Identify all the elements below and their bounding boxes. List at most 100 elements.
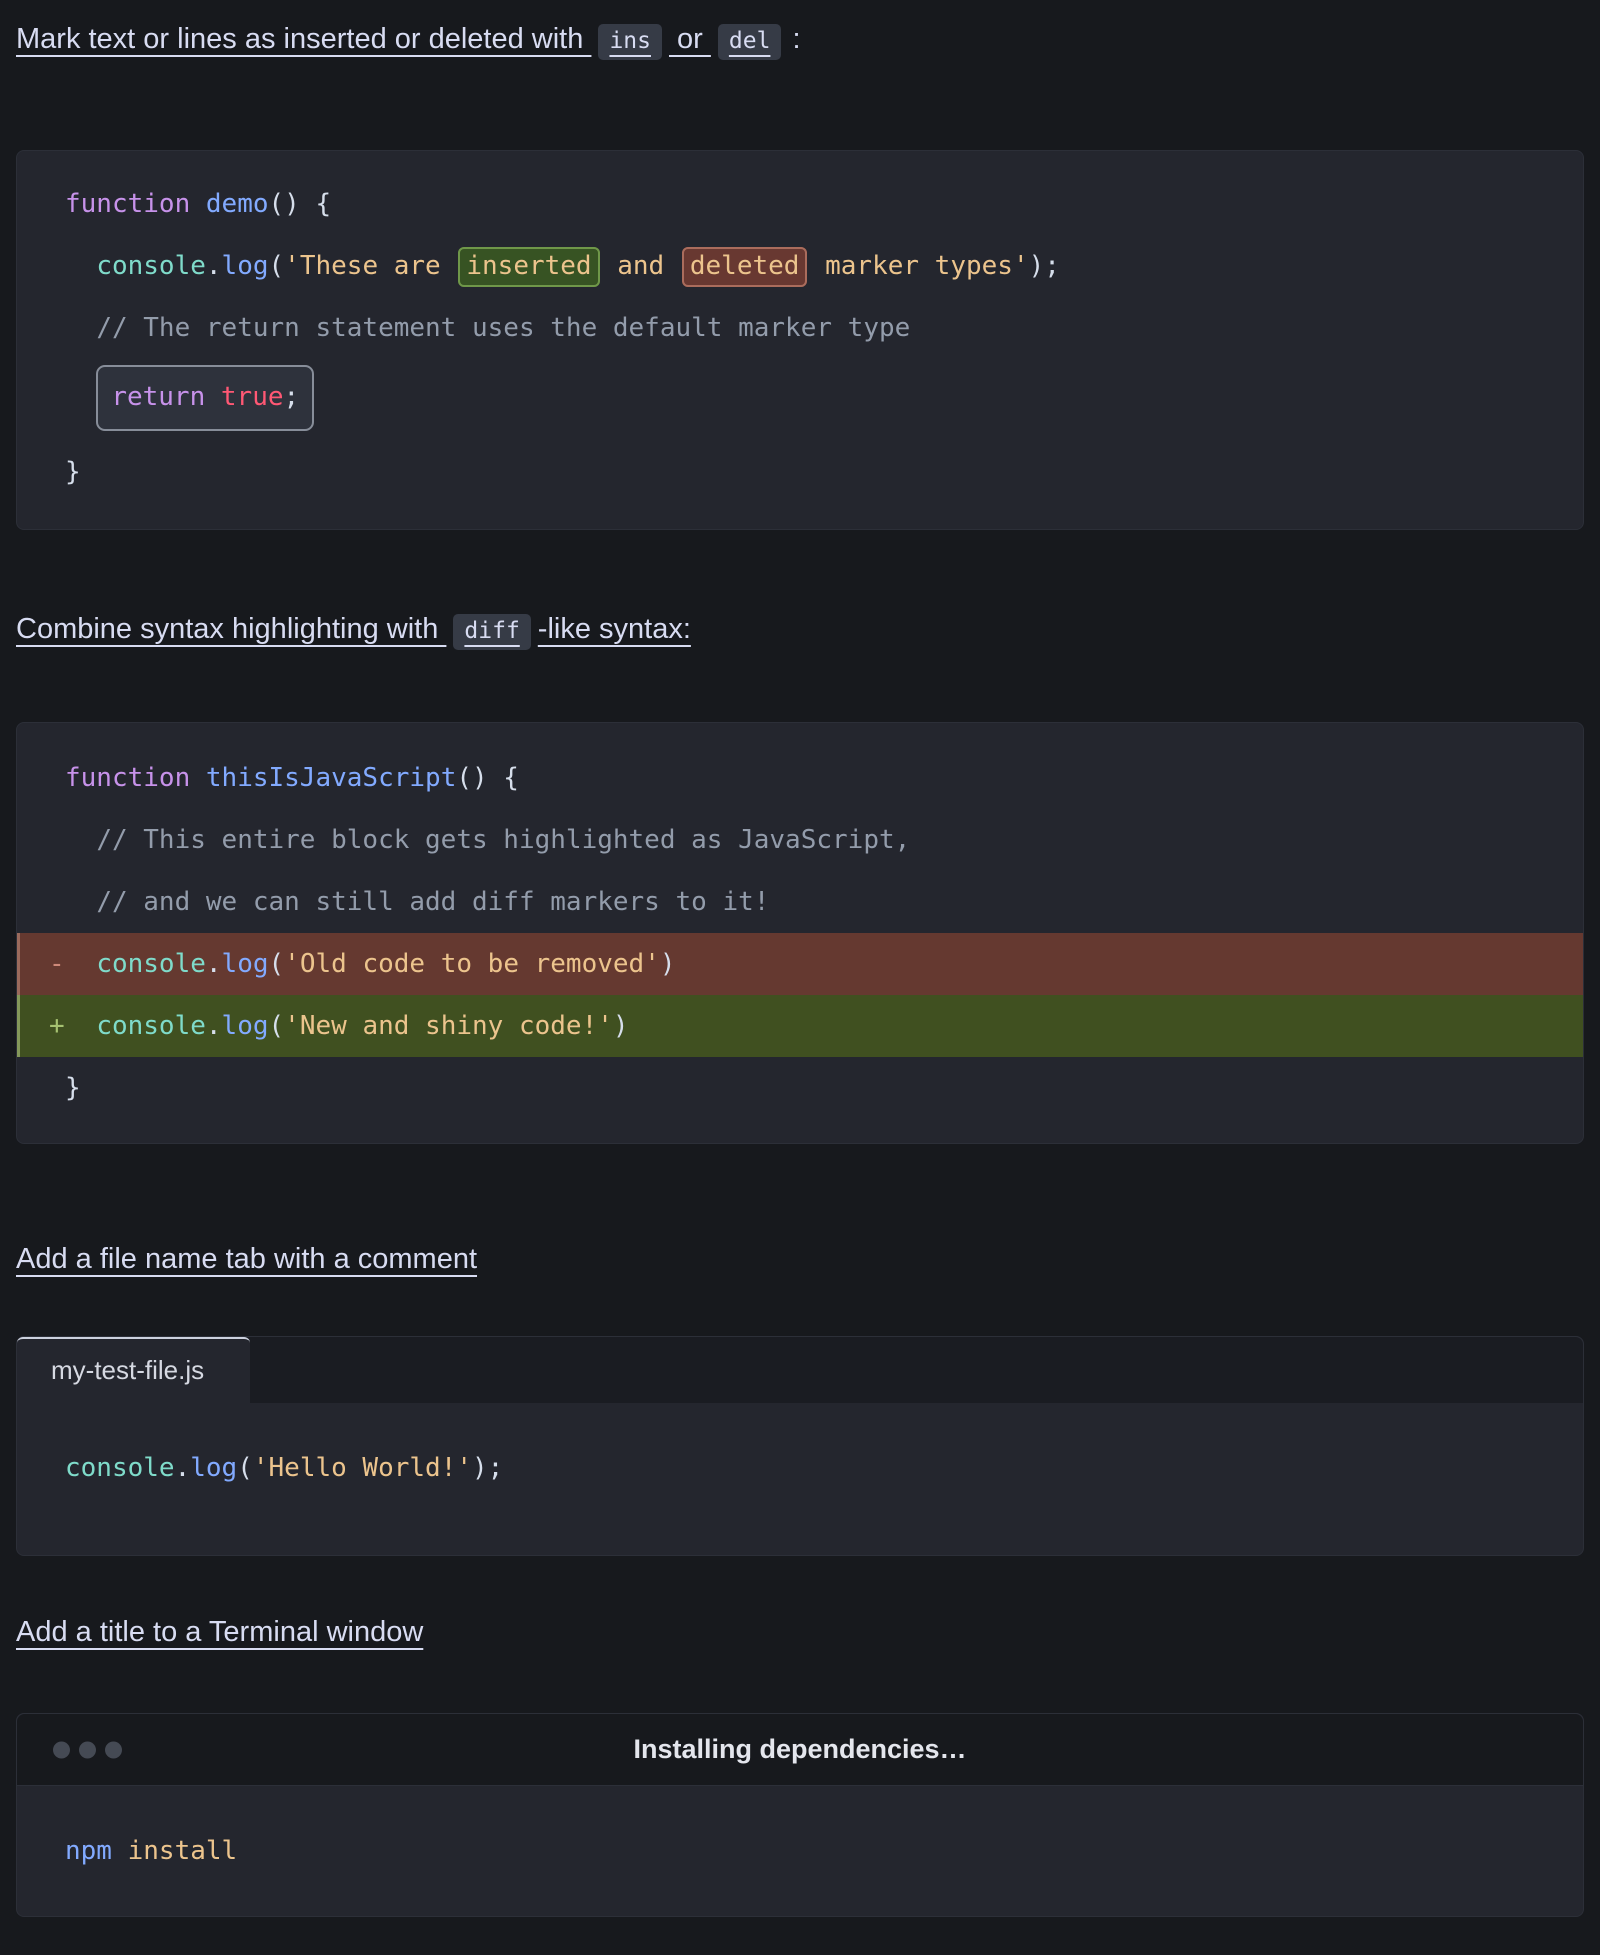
code-token: ( (237, 1453, 253, 1483)
default-marker-box: return true; (96, 365, 314, 431)
code-token: ; (284, 382, 300, 412)
heading-text: -like syntax: (538, 613, 691, 645)
code-token: npm (65, 1836, 128, 1866)
section-heading-ins-del: Mark text or lines as inserted or delete… (16, 18, 1584, 60)
heading-link-diff-syntax[interactable]: Combine syntax highlighting with diff-li… (16, 613, 691, 645)
heading-colon: : (792, 23, 800, 55)
deleted-marker-chip: deleted (682, 247, 808, 287)
code-token: } (65, 457, 81, 487)
code-token: true (221, 382, 284, 412)
file-tab-label: my-test-file.js (51, 1355, 204, 1385)
code-token: 'Hello World!' (253, 1453, 472, 1483)
section-heading-file-tab: Add a file name tab with a comment (16, 1238, 1584, 1280)
code-token: // and we can still add diff markers to … (96, 887, 769, 917)
heading-link-file-tab[interactable]: Add a file name tab with a comment (16, 1243, 477, 1275)
code-line: // This entire block gets highlighted as… (17, 809, 1583, 871)
code-token: ( (269, 949, 285, 979)
code-token: log (222, 949, 269, 979)
code-area: console.log('Hello World!'); (17, 1403, 1583, 1555)
code-area: function demo() { console.log('These are… (17, 151, 1583, 529)
code-token: . (206, 1011, 222, 1041)
code-token: console (96, 251, 206, 281)
code-line: return true; (17, 359, 1583, 441)
code-token (65, 887, 96, 917)
file-code-block: my-test-file.js console.log('Hello World… (16, 1336, 1584, 1556)
code-token: ) (613, 1011, 629, 1041)
code-token: console (96, 949, 206, 979)
code-line: // The return statement uses the default… (17, 297, 1583, 359)
terminal-command-line: npm install (17, 1820, 1583, 1882)
code-token: install (128, 1836, 238, 1866)
code-token: ( (269, 1011, 285, 1041)
inline-code-ins: ins (598, 24, 662, 60)
code-line: } (17, 1057, 1583, 1119)
code-token: ); (472, 1453, 503, 1483)
code-token (65, 382, 96, 412)
code-line: // and we can still add diff markers to … (17, 871, 1583, 933)
diff-minus-marker: - (49, 933, 65, 995)
terminal-title: Installing dependencies… (633, 1734, 966, 1765)
heading-text: Mark text or lines as inserted or delete… (16, 23, 591, 55)
code-token: log (190, 1453, 237, 1483)
code-token: console (65, 1453, 175, 1483)
code-token: . (206, 949, 222, 979)
code-token: log (222, 251, 269, 281)
file-tab[interactable]: my-test-file.js (17, 1337, 250, 1403)
code-line: console.log('These are inserted and dele… (17, 235, 1583, 297)
window-dot-icon (105, 1741, 122, 1758)
window-dot-icon (79, 1741, 96, 1758)
code-token: and (602, 251, 680, 281)
terminal-header: Installing dependencies… (17, 1714, 1583, 1786)
code-token: marker types' (809, 251, 1028, 281)
code-token: ) (660, 949, 676, 979)
code-token: thisIsJavaScript (206, 763, 456, 793)
window-dot-icon (53, 1741, 70, 1758)
code-token: 'New and shiny code!' (284, 1011, 613, 1041)
diff-inserted-line: + console.log('New and shiny code!') (17, 995, 1583, 1057)
code-block-marker-types: function demo() { console.log('These are… (16, 150, 1584, 530)
tab-bar: my-test-file.js (17, 1337, 1583, 1403)
code-token: function (65, 763, 206, 793)
heading-text: or (669, 23, 711, 55)
inline-code-del: del (718, 24, 782, 60)
code-token: ); (1029, 251, 1060, 281)
code-token: demo (206, 189, 269, 219)
code-token: . (175, 1453, 191, 1483)
inline-code-diff: diff (453, 614, 530, 650)
code-line: function demo() { (17, 173, 1583, 235)
diff-plus-marker: + (49, 995, 65, 1057)
code-token: function (65, 189, 206, 219)
heading-text: Add a title to a Terminal window (16, 1616, 423, 1648)
code-token: return (111, 382, 221, 412)
heading-link-ins-del[interactable]: Mark text or lines as inserted or delete… (16, 23, 788, 55)
code-token: log (222, 1011, 269, 1041)
code-line: console.log('Hello World!'); (17, 1437, 1583, 1499)
code-token: // This entire block gets highlighted as… (96, 825, 910, 855)
code-token: 'Old code to be removed' (284, 949, 660, 979)
inserted-marker-chip: inserted (458, 247, 599, 287)
heading-link-terminal-title[interactable]: Add a title to a Terminal window (16, 1616, 423, 1648)
code-line: function thisIsJavaScript() { (17, 747, 1583, 809)
terminal-window: Installing dependencies… npm install (16, 1713, 1584, 1917)
code-token (65, 949, 96, 979)
diff-deleted-line: - console.log('Old code to be removed') (17, 933, 1583, 995)
code-token: ( (269, 251, 285, 281)
code-token: () { (456, 763, 519, 793)
code-token (65, 1011, 96, 1041)
heading-text: Add a file name tab with a comment (16, 1243, 477, 1275)
code-line: } (17, 441, 1583, 503)
code-token: console (96, 1011, 206, 1041)
heading-text: Combine syntax highlighting with (16, 613, 446, 645)
code-token (65, 251, 96, 281)
section-heading-terminal-title: Add a title to a Terminal window (16, 1611, 1584, 1653)
code-token (65, 313, 96, 343)
terminal-body: npm install (17, 1786, 1583, 1916)
code-token: // The return statement uses the default… (96, 313, 910, 343)
code-token: 'These are (284, 251, 456, 281)
code-token (65, 825, 96, 855)
window-control-dots-icon (53, 1741, 122, 1758)
code-token: () { (269, 189, 332, 219)
code-token: . (206, 251, 222, 281)
code-block-diff: function thisIsJavaScript() { // This en… (16, 722, 1584, 1144)
code-token: } (65, 1073, 81, 1103)
